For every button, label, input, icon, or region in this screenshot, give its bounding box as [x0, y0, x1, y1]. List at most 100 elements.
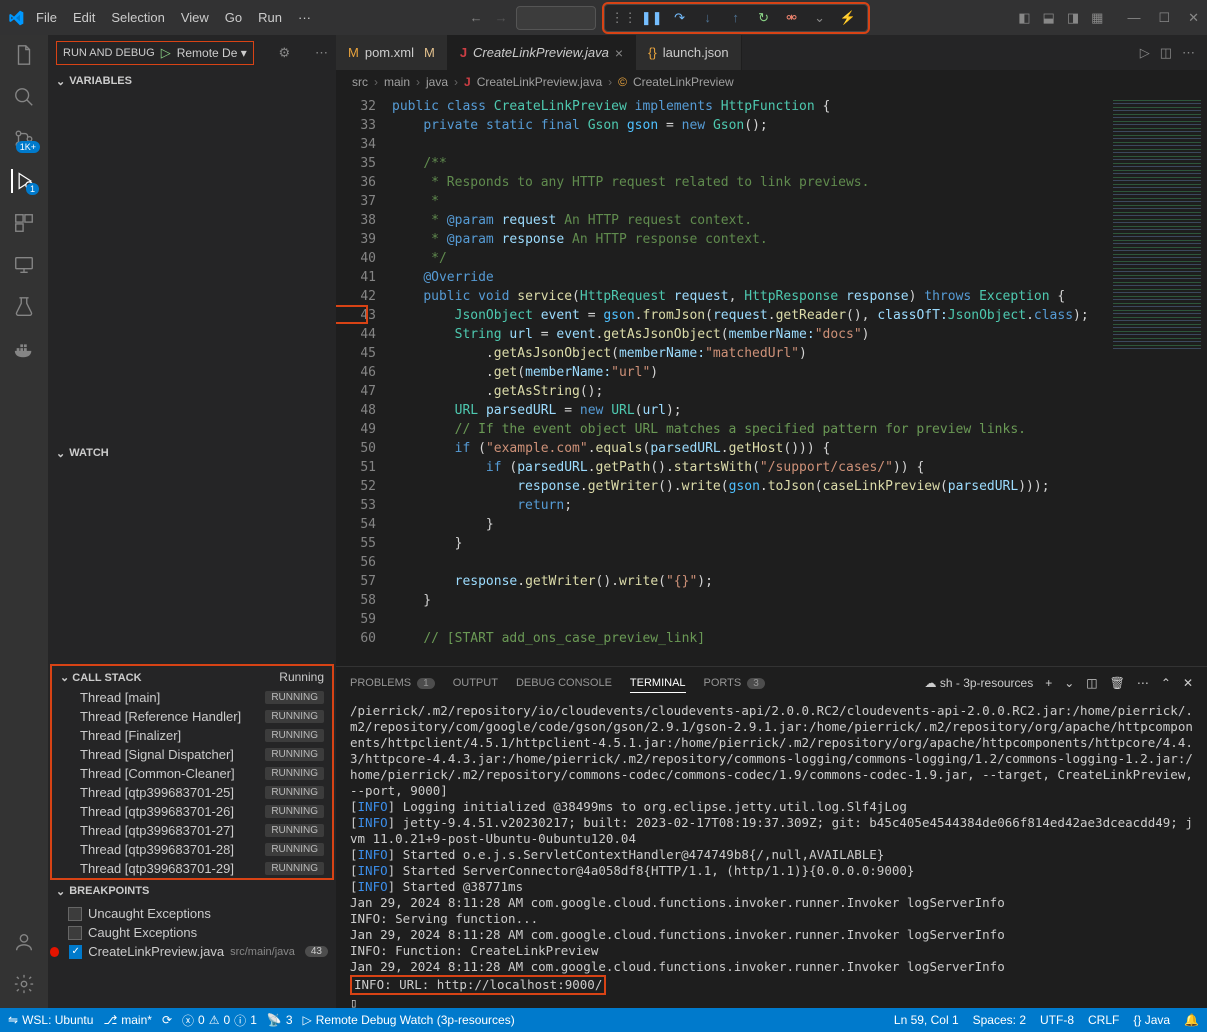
accounts-icon[interactable]: [12, 930, 36, 954]
step-into-icon[interactable]: ↓: [699, 9, 717, 27]
line-number[interactable]: 32: [336, 97, 376, 116]
code-line[interactable]: response.getWriter().write(gson.toJson(c…: [392, 477, 1107, 496]
variables-section-header[interactable]: ⌄ VARIABLES: [48, 70, 336, 92]
code-line[interactable]: */: [392, 249, 1107, 268]
disconnect-icon[interactable]: ⚮: [783, 9, 801, 27]
code-line[interactable]: [392, 135, 1107, 154]
layout-panel-icon[interactable]: ⬓: [1043, 10, 1055, 26]
step-over-icon[interactable]: ↷: [671, 9, 689, 27]
code-line[interactable]: * @param request An HTTP request context…: [392, 211, 1107, 230]
close-tab-icon[interactable]: ×: [615, 45, 623, 61]
menu-go[interactable]: Go: [217, 6, 250, 29]
code-line[interactable]: String url = event.getAsJsonObject(membe…: [392, 325, 1107, 344]
line-number[interactable]: 46: [336, 363, 376, 382]
step-out-icon[interactable]: ↑: [727, 9, 745, 27]
line-number[interactable]: 55: [336, 534, 376, 553]
code-line[interactable]: JsonObject event = gson.fromJson(request…: [392, 306, 1107, 325]
panel-tab-terminal[interactable]: TERMINAL: [630, 677, 686, 693]
panel-tab-problems[interactable]: PROBLEMS1: [350, 677, 435, 689]
thread-row[interactable]: Thread [qtp399683701-28]RUNNING: [52, 840, 332, 859]
menu-edit[interactable]: Edit: [65, 6, 103, 29]
line-number[interactable]: 37: [336, 192, 376, 211]
breadcrumb[interactable]: src›main›java›J CreateLinkPreview.java›©…: [336, 70, 1207, 94]
menu-view[interactable]: View: [173, 6, 217, 29]
code-line[interactable]: }: [392, 534, 1107, 553]
close-panel-icon[interactable]: ✕: [1183, 676, 1193, 690]
code-line[interactable]: }: [392, 591, 1107, 610]
line-number[interactable]: 35: [336, 154, 376, 173]
code-line[interactable]: if (parsedURL.getPath().startsWith("/sup…: [392, 458, 1107, 477]
terminal-chevron-icon[interactable]: ⌄: [1064, 676, 1074, 690]
line-number[interactable]: 47: [336, 382, 376, 401]
layout-customize-icon[interactable]: ▦: [1091, 10, 1103, 26]
cursor-position[interactable]: Ln 59, Col 1: [894, 1013, 959, 1027]
explorer-icon[interactable]: [12, 43, 36, 67]
run-debug-icon[interactable]: 1: [11, 169, 35, 193]
source-control-icon[interactable]: 1K+: [12, 127, 36, 151]
bp-caught[interactable]: Caught Exceptions: [48, 923, 336, 942]
remote-explorer-icon[interactable]: [12, 253, 36, 277]
extensions-icon[interactable]: [12, 211, 36, 235]
code-line[interactable]: .getAsString();: [392, 382, 1107, 401]
debug-status[interactable]: ▷ Remote Debug Watch (3p-resources): [303, 1013, 515, 1027]
thread-row[interactable]: Thread [qtp399683701-25]RUNNING: [52, 783, 332, 802]
code-line[interactable]: [392, 553, 1107, 572]
split-editor-icon[interactable]: ◫: [1160, 45, 1172, 61]
ports-status[interactable]: 📡 3: [267, 1013, 293, 1027]
terminal-output[interactable]: /pierrick/.m2/repository/io/cloudevents/…: [336, 699, 1207, 1008]
code-line[interactable]: URL parsedURL = new URL(url);: [392, 401, 1107, 420]
kill-terminal-icon[interactable]: 🗑: [1110, 676, 1125, 690]
breadcrumb-item[interactable]: CreateLinkPreview.java: [477, 75, 602, 89]
line-number[interactable]: 56: [336, 553, 376, 572]
tab-launch-json[interactable]: {}launch.json: [636, 35, 741, 70]
breadcrumb-item[interactable]: java: [426, 75, 448, 89]
run-file-icon[interactable]: ▷: [1140, 45, 1150, 61]
line-number[interactable]: 44: [336, 325, 376, 344]
code-line[interactable]: .get(memberName:"url"): [392, 363, 1107, 382]
more-icon[interactable]: ⋯: [315, 45, 328, 61]
thread-row[interactable]: Thread [Common-Cleaner]RUNNING: [52, 764, 332, 783]
line-number[interactable]: 33: [336, 116, 376, 135]
thread-row[interactable]: Thread [qtp399683701-26]RUNNING: [52, 802, 332, 821]
line-number[interactable]: 52: [336, 477, 376, 496]
layout-sidebar-left-icon[interactable]: ◧: [1018, 10, 1030, 26]
watch-section-header[interactable]: ⌄ WATCH: [48, 442, 336, 464]
more-actions-icon[interactable]: ⋯: [1182, 45, 1195, 61]
hot-reload-icon[interactable]: ⚡: [839, 9, 857, 27]
line-number[interactable]: 43: [336, 306, 376, 325]
docker-icon[interactable]: [12, 337, 36, 361]
terminal-shell-label[interactable]: ☁ sh - 3p-resources: [925, 676, 1034, 690]
thread-row[interactable]: Thread [Signal Dispatcher]RUNNING: [52, 745, 332, 764]
bp-uncaught[interactable]: Uncaught Exceptions: [48, 904, 336, 923]
code-line[interactable]: return;: [392, 496, 1107, 515]
code-line[interactable]: * Responds to any HTTP request related t…: [392, 173, 1107, 192]
code-line[interactable]: public void service(HttpRequest request,…: [392, 287, 1107, 306]
line-number[interactable]: 41: [336, 268, 376, 287]
nav-back-icon[interactable]: ←: [470, 10, 483, 25]
code-line[interactable]: public class CreateLinkPreview implement…: [392, 97, 1107, 116]
close-icon[interactable]: ✕: [1188, 10, 1199, 26]
panel-tab-debug-console[interactable]: DEBUG CONSOLE: [516, 677, 612, 689]
menu-···[interactable]: ···: [290, 6, 319, 29]
line-number[interactable]: 50: [336, 439, 376, 458]
git-branch[interactable]: ⎇ main*: [103, 1013, 152, 1027]
line-number[interactable]: 45: [336, 344, 376, 363]
remote-indicator[interactable]: ⇋ WSL: Ubuntu: [8, 1013, 93, 1027]
new-terminal-icon[interactable]: +: [1045, 676, 1052, 690]
line-number[interactable]: 59: [336, 610, 376, 629]
pause-icon[interactable]: ❚❚: [643, 9, 661, 27]
language-status[interactable]: {} Java: [1133, 1013, 1170, 1027]
breadcrumb-item[interactable]: src: [352, 75, 368, 89]
thread-row[interactable]: Thread [main]RUNNING: [52, 688, 332, 707]
settings-gear-icon[interactable]: [12, 972, 36, 996]
panel-tab-ports[interactable]: PORTS3: [704, 677, 765, 689]
drag-icon[interactable]: ⋮⋮: [615, 9, 633, 27]
line-number[interactable]: 48: [336, 401, 376, 420]
menu-file[interactable]: File: [28, 6, 65, 29]
maximize-panel-icon[interactable]: ⌃: [1161, 676, 1171, 690]
restart-icon[interactable]: ↻: [755, 9, 773, 27]
chevron-down-icon[interactable]: ⌄: [811, 9, 829, 27]
line-number[interactable]: 39: [336, 230, 376, 249]
tab-pom-xml[interactable]: Mpom.xmlM: [336, 35, 448, 70]
line-number[interactable]: 40: [336, 249, 376, 268]
